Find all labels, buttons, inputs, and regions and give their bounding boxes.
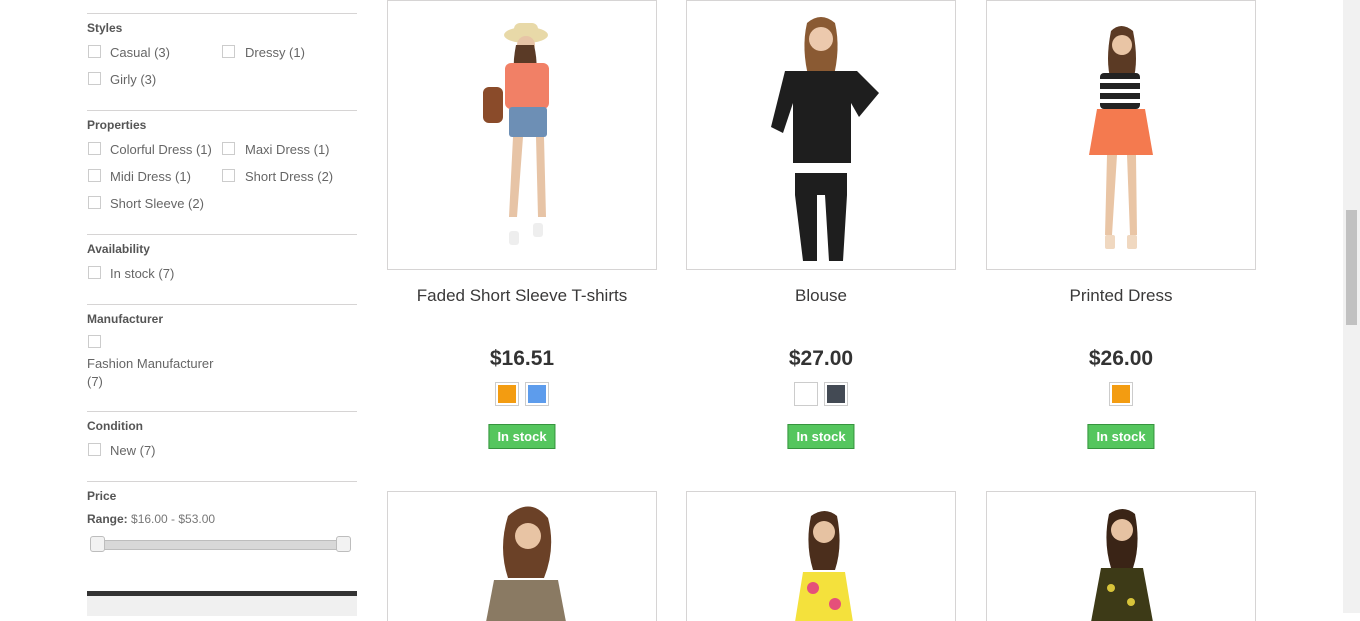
filter-title: Availability <box>87 242 150 256</box>
scrollbar-thumb[interactable] <box>1346 210 1357 325</box>
color-swatch-white[interactable] <box>794 382 818 406</box>
checkbox[interactable] <box>222 169 235 182</box>
product-image[interactable] <box>686 491 956 621</box>
product-image[interactable] <box>387 0 657 270</box>
checkbox[interactable] <box>88 45 101 58</box>
color-swatch-blue[interactable] <box>525 382 549 406</box>
next-block <box>87 596 357 616</box>
filter-title: Condition <box>87 419 143 433</box>
availability-badge: In stock <box>1087 424 1155 449</box>
price-slider-min-handle[interactable] <box>90 536 105 552</box>
filter-availability: Availability In stock (7) <box>87 234 357 305</box>
checkbox[interactable] <box>88 196 101 209</box>
filter-title: Styles <box>87 21 123 35</box>
product-price: $26.00 <box>1088 347 1154 370</box>
filter-title: Manufacturer <box>87 312 164 326</box>
color-swatches <box>387 382 657 406</box>
color-swatches <box>986 382 1256 406</box>
product-image[interactable] <box>986 491 1256 621</box>
filter-condition: Condition New (7) <box>87 411 357 482</box>
filter-price: Price Range: $16.00 - $53.00 <box>87 481 357 590</box>
color-swatch-black[interactable] <box>824 382 848 406</box>
product-image[interactable] <box>986 0 1256 270</box>
availability-badge: In stock <box>787 424 855 449</box>
product-name[interactable]: Printed Dress <box>986 286 1256 306</box>
product-name[interactable]: Blouse <box>686 286 956 306</box>
checkbox[interactable] <box>88 142 101 155</box>
checkbox[interactable] <box>222 45 235 58</box>
color-swatch-orange[interactable] <box>495 382 519 406</box>
filter-option-fashion-manufacturer[interactable]: Fashion Manufacturer (7) <box>87 355 213 391</box>
color-swatches <box>686 382 956 406</box>
price-slider[interactable] <box>90 536 351 552</box>
color-swatch-orange[interactable] <box>1109 382 1133 406</box>
product-price: $16.51 <box>489 347 555 370</box>
filter-title: Price <box>87 489 117 503</box>
checkbox[interactable] <box>88 169 101 182</box>
price-slider-max-handle[interactable] <box>336 536 351 552</box>
product-price: $27.00 <box>788 347 854 370</box>
product-name[interactable]: Faded Short Sleeve T-shirts <box>387 286 657 306</box>
checkbox[interactable] <box>88 443 101 456</box>
product-image[interactable] <box>387 491 657 621</box>
filter-title: Properties <box>87 118 147 132</box>
filter-manufacturer: Manufacturer Fashion Manufacturer (7) <box>87 304 357 412</box>
price-range-label: Range: $16.00 - $53.00 <box>87 512 216 526</box>
filter-properties: Properties Colorful Dress (1) Maxi Dress… <box>87 110 357 235</box>
availability-badge: In stock <box>488 424 556 449</box>
checkbox[interactable] <box>88 335 101 348</box>
checkbox[interactable] <box>222 142 235 155</box>
checkbox[interactable] <box>88 72 101 85</box>
checkbox[interactable] <box>88 266 101 279</box>
product-image[interactable] <box>686 0 956 270</box>
page-scrollbar[interactable] <box>1343 0 1360 613</box>
filter-styles: Styles Casual (3) Dressy (1) Girly (3) <box>87 13 357 111</box>
